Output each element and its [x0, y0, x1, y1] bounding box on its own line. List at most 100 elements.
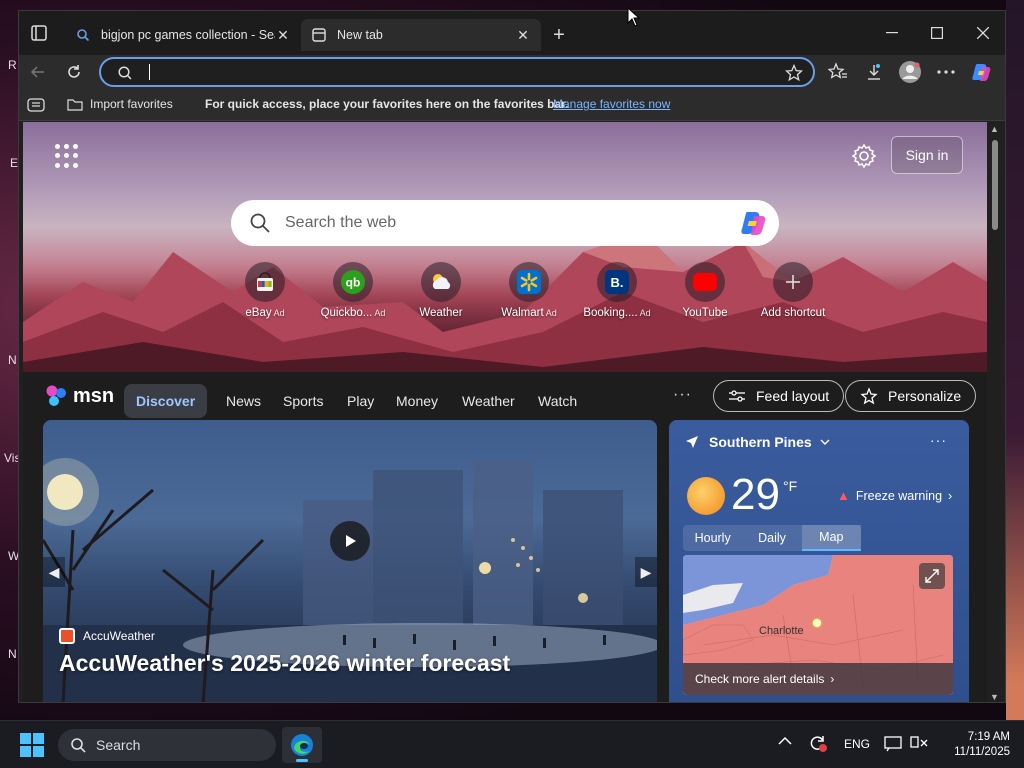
tab-daily[interactable]: Daily	[742, 525, 801, 551]
windows-start-icon[interactable]	[20, 733, 44, 757]
more-tabs-button[interactable]: ···	[673, 386, 692, 404]
feed-layout-label: Feed layout	[756, 388, 830, 404]
weather-tabs: Hourly Daily Map	[683, 525, 861, 551]
downloads-icon[interactable]	[861, 59, 887, 85]
new-tab-button[interactable]: +	[547, 23, 571, 47]
scroll-down-arrow-icon[interactable]: ▼	[990, 692, 999, 702]
shortcut-youtube[interactable]: YouTube	[663, 262, 747, 319]
web-search-box[interactable]	[231, 200, 779, 246]
browser-window: bigjon pc games collection - Sear ✕ New …	[18, 10, 1006, 703]
feed-navigation-bar: msn Discover News Sports Play Money Weat…	[23, 372, 987, 422]
featured-story-card[interactable]: ◀ ▶ AccuWeather AccuWeather's 2025-2026 …	[43, 420, 657, 702]
manage-favorites-link[interactable]: Manage favorites now	[553, 97, 670, 111]
shortcut-label: YouTube	[682, 307, 728, 319]
chevron-up-icon[interactable]	[778, 735, 792, 749]
close-window-icon[interactable]	[968, 21, 998, 45]
source-name: AccuWeather	[83, 629, 155, 643]
personalize-label: Personalize	[888, 388, 962, 404]
apps-grid-icon[interactable]	[55, 144, 79, 168]
expand-map-icon[interactable]	[919, 563, 945, 589]
background-image: Sign in eBayAd qb Quickbo...Ad Weather	[23, 122, 987, 372]
edge-taskbar-icon[interactable]	[282, 727, 322, 763]
gear-icon[interactable]	[851, 143, 877, 169]
more-options-icon[interactable]	[933, 59, 959, 85]
accuweather-logo-icon	[59, 628, 75, 644]
search-input[interactable]	[285, 214, 705, 232]
tab-watch[interactable]: Watch	[526, 384, 589, 418]
tab-money[interactable]: Money	[384, 384, 450, 418]
ad-badge: Ad	[545, 308, 557, 318]
scroll-up-arrow-icon[interactable]: ▲	[990, 124, 999, 134]
shortcut-add[interactable]: Add shortcut	[751, 262, 835, 319]
tab-search-results[interactable]: bigjon pc games collection - Sear ✕	[65, 19, 301, 51]
import-favorites-button[interactable]: Import favorites	[67, 97, 173, 111]
tab-new-tab[interactable]: New tab ✕	[301, 19, 541, 51]
personalize-button[interactable]: Personalize	[845, 380, 977, 412]
temperature-unit[interactable]: °F	[783, 478, 797, 494]
ad-badge: Ad	[273, 308, 285, 318]
shortcut-booking[interactable]: B. Booking.... Ad	[575, 262, 659, 319]
map-city-label: Charlotte	[759, 625, 804, 637]
copilot-icon[interactable]	[739, 208, 769, 238]
carousel-next-button[interactable]: ▶	[635, 557, 657, 587]
shortcut-weather[interactable]: Weather	[399, 262, 483, 319]
msn-logo[interactable]: msn	[45, 384, 114, 408]
weather-alert[interactable]: ▲ Freeze warning ›	[837, 488, 952, 503]
location-arrow-icon	[686, 436, 698, 448]
language-indicator[interactable]: ENG	[844, 737, 870, 751]
carousel-previous-button[interactable]: ◀	[43, 557, 65, 587]
profile-avatar-icon[interactable]	[897, 59, 923, 85]
story-headline[interactable]: AccuWeather's 2025-2026 winter forecast	[59, 650, 510, 677]
shortcut-quickbooks[interactable]: qb Quickbo... Ad	[311, 262, 395, 319]
sign-in-button[interactable]: Sign in	[891, 136, 963, 174]
reading-list-icon[interactable]	[27, 98, 45, 112]
browser-toolbar	[19, 55, 1005, 89]
ad-badge: Ad	[374, 308, 386, 318]
address-input[interactable]	[151, 62, 751, 82]
scrollbar-thumb[interactable]	[992, 140, 998, 230]
tab-play[interactable]: Play	[335, 384, 386, 418]
close-tab-icon[interactable]: ✕	[515, 27, 531, 43]
taskbar: Search ENG 7:19 AM 11/11/2025	[0, 720, 1024, 768]
copilot-icon[interactable]	[969, 59, 995, 85]
alert-label: Freeze warning	[855, 488, 943, 503]
more-options-icon[interactable]: ···	[930, 432, 947, 448]
shortcut-walmart[interactable]: Walmart Ad	[487, 262, 571, 319]
minimize-icon[interactable]	[877, 21, 907, 45]
desktop-background-right	[1006, 0, 1024, 720]
msn-butterfly-icon	[46, 385, 66, 406]
system-clock[interactable]: 7:19 AM 11/11/2025	[940, 730, 1010, 760]
keyboard-layout-icon[interactable]	[884, 734, 902, 755]
page-scrollbar[interactable]: ▲ ▼	[987, 122, 1003, 702]
taskbar-search[interactable]: Search	[58, 729, 276, 761]
weather-alert-map[interactable]: Charlotte Check more alert details ›	[683, 555, 953, 695]
close-tab-icon[interactable]: ✕	[275, 27, 291, 43]
sliders-icon	[729, 390, 745, 402]
tab-map[interactable]: Map	[801, 525, 861, 551]
tab-sports[interactable]: Sports	[271, 384, 335, 418]
refresh-button[interactable]	[61, 59, 87, 85]
ad-badge: Ad	[639, 308, 651, 318]
search-icon	[118, 66, 132, 80]
network-volume-icon[interactable]	[910, 734, 932, 755]
back-button[interactable]	[25, 59, 51, 85]
feed-layout-button[interactable]: Feed layout	[713, 380, 845, 412]
tab-weather[interactable]: Weather	[450, 384, 527, 418]
weather-cloud-icon	[421, 262, 461, 302]
play-video-button[interactable]	[330, 521, 370, 561]
tab-discover[interactable]: Discover	[124, 384, 208, 418]
tab-hourly[interactable]: Hourly	[683, 525, 742, 551]
alert-details-link[interactable]: Check more alert details ›	[683, 663, 953, 695]
address-bar[interactable]	[99, 57, 815, 87]
chevron-right-icon: ›	[830, 672, 835, 686]
tab-actions-icon[interactable]	[27, 21, 51, 45]
star-favorite-icon[interactable]	[785, 64, 803, 82]
weather-location[interactable]: Southern Pines	[685, 434, 830, 450]
sync-alert-icon[interactable]	[808, 733, 828, 756]
tab-news[interactable]: News	[214, 384, 273, 418]
temperature: 29	[731, 470, 780, 519]
clock-date: 11/11/2025	[954, 746, 1010, 758]
shortcut-ebay[interactable]: eBay Ad	[223, 262, 307, 319]
maximize-icon[interactable]	[922, 21, 952, 45]
favorites-icon[interactable]	[825, 59, 851, 85]
